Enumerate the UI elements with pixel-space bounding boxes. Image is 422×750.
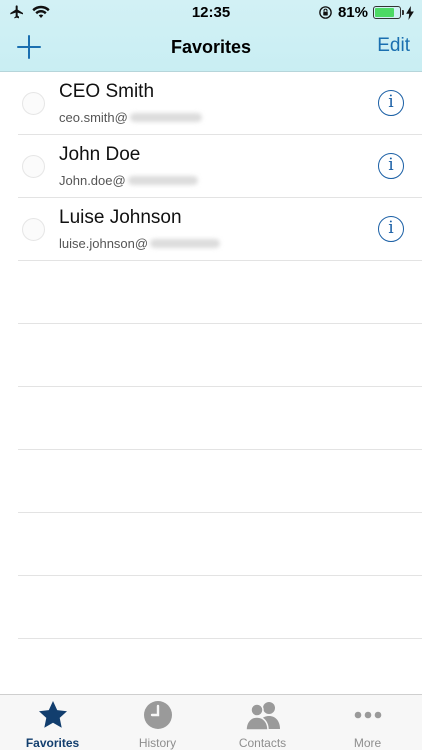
select-radio[interactable] — [22, 92, 45, 115]
favorites-list: CEO Smith ceo.smith@ i John Doe John.doe… — [0, 72, 422, 694]
info-icon[interactable]: i — [378, 90, 404, 116]
redacted-text — [129, 113, 202, 122]
contact-email-text: ceo.smith@ — [59, 110, 128, 125]
contact-email: John.doe@ — [59, 173, 198, 188]
contacts-icon — [245, 702, 280, 731]
more-icon — [354, 711, 382, 719]
battery-fill — [375, 8, 395, 17]
tab-label: History — [138, 736, 177, 750]
tab-bar: Favorites History Contacts More — [0, 694, 422, 750]
contact-name: John Doe — [59, 144, 141, 165]
redacted-text — [150, 239, 221, 248]
page-title: Favorites — [170, 37, 252, 57]
empty-row — [18, 450, 422, 513]
select-radio[interactable] — [22, 218, 45, 241]
tab-history[interactable]: History — [105, 695, 210, 750]
edit-button[interactable]: Edit — [377, 35, 410, 57]
contact-email-text: John.doe@ — [59, 173, 126, 188]
star-icon — [39, 701, 67, 728]
redacted-text — [127, 176, 198, 185]
select-radio[interactable] — [22, 155, 45, 178]
contact-email: luise.johnson@ — [59, 236, 221, 251]
empty-row — [18, 576, 422, 639]
tab-contacts[interactable]: Contacts — [210, 695, 315, 750]
list-item[interactable]: John Doe John.doe@ i — [18, 135, 422, 198]
tab-label: Favorites — [25, 736, 80, 750]
contact-email-text: luise.johnson@ — [59, 236, 149, 251]
contact-name: CEO Smith — [59, 81, 155, 102]
clock-icon — [144, 701, 172, 729]
empty-row — [18, 324, 422, 387]
battery-percent: 81% — [337, 4, 368, 21]
contact-email: ceo.smith@ — [59, 110, 202, 125]
empty-row — [18, 387, 422, 450]
info-icon[interactable]: i — [378, 216, 404, 242]
tab-favorites[interactable]: Favorites — [0, 695, 105, 750]
top-bar: 12:35 81% Favorites Edit — [0, 0, 422, 72]
contact-name: Luise Johnson — [59, 207, 182, 228]
charging-bolt-icon — [406, 5, 414, 20]
list-item[interactable]: Luise Johnson luise.johnson@ i — [18, 198, 422, 261]
navigation-bar: Favorites Edit — [0, 24, 422, 72]
status-bar: 12:35 81% — [0, 0, 422, 24]
tab-label: Contacts — [238, 736, 287, 750]
list-item[interactable]: CEO Smith ceo.smith@ i — [18, 72, 422, 135]
empty-row — [18, 513, 422, 576]
empty-row — [18, 261, 422, 324]
info-icon[interactable]: i — [378, 153, 404, 179]
status-right: 81% — [318, 4, 414, 21]
orientation-lock-icon — [319, 6, 332, 19]
tab-more[interactable]: More — [315, 695, 420, 750]
battery-icon — [373, 6, 404, 19]
tab-label: More — [353, 736, 382, 750]
